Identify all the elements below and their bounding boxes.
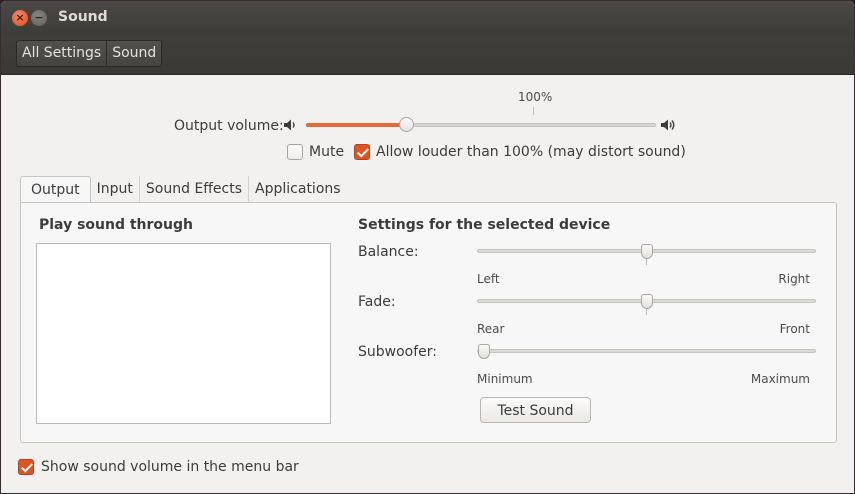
balance-handle[interactable] bbox=[640, 244, 653, 259]
show-volume-menu-bar-checkbox[interactable] bbox=[18, 459, 34, 475]
test-sound-button[interactable]: Test Sound bbox=[480, 397, 591, 423]
tab-bar: Output Input Sound Effects Applications bbox=[20, 176, 347, 203]
subwoofer-minimum-label: Minimum bbox=[477, 372, 533, 386]
breadcrumb: All Settings Sound bbox=[16, 40, 163, 67]
breadcrumb-sound[interactable]: Sound bbox=[107, 41, 161, 66]
allow-louder-label: Allow louder than 100% (may distort soun… bbox=[376, 144, 686, 160]
tab-applications[interactable]: Applications bbox=[249, 176, 347, 203]
balance-label: Balance: bbox=[358, 244, 419, 260]
show-volume-menu-bar-label: Show sound volume in the menu bar bbox=[41, 459, 299, 475]
volume-100-percent-label: 100% bbox=[518, 90, 553, 104]
subwoofer-maximum-label: Maximum bbox=[750, 372, 810, 386]
sound-settings-window: × − Sound All Settings Sound 100% Output… bbox=[0, 0, 855, 494]
tab-input[interactable]: Input bbox=[91, 176, 140, 203]
mute-checkbox[interactable] bbox=[287, 144, 303, 160]
speaker-high-icon bbox=[661, 119, 675, 131]
fade-handle[interactable] bbox=[640, 294, 653, 309]
speaker-low-icon bbox=[284, 119, 295, 131]
tab-output[interactable]: Output bbox=[20, 176, 91, 203]
fade-label: Fade: bbox=[358, 294, 396, 310]
output-volume-label: Output volume: bbox=[174, 118, 284, 134]
subwoofer-slider[interactable] bbox=[477, 349, 816, 353]
subwoofer-handle[interactable] bbox=[477, 344, 490, 359]
subwoofer-label: Subwoofer: bbox=[358, 344, 437, 360]
title-bar: × − Sound bbox=[1, 1, 854, 35]
fade-rear-label: Rear bbox=[477, 322, 505, 336]
mute-label: Mute bbox=[309, 144, 345, 160]
allow-louder-checkbox[interactable] bbox=[354, 144, 370, 160]
balance-left-label: Left bbox=[477, 272, 500, 286]
window-title: Sound bbox=[58, 9, 108, 25]
play-sound-through-heading: Play sound through bbox=[39, 217, 193, 233]
minimize-icon[interactable]: − bbox=[31, 10, 47, 26]
tab-sound-effects[interactable]: Sound Effects bbox=[140, 176, 250, 203]
breadcrumb-all-settings[interactable]: All Settings bbox=[17, 41, 108, 66]
output-volume-handle[interactable] bbox=[399, 117, 415, 132]
output-device-list[interactable] bbox=[36, 243, 331, 424]
device-settings-heading: Settings for the selected device bbox=[358, 217, 611, 233]
toolbar: All Settings Sound bbox=[1, 35, 854, 75]
close-icon[interactable]: × bbox=[12, 10, 28, 26]
volume-100-tick bbox=[533, 107, 534, 115]
output-volume-fill bbox=[306, 123, 407, 127]
fade-front-label: Front bbox=[779, 322, 810, 336]
balance-right-label: Right bbox=[778, 272, 810, 286]
